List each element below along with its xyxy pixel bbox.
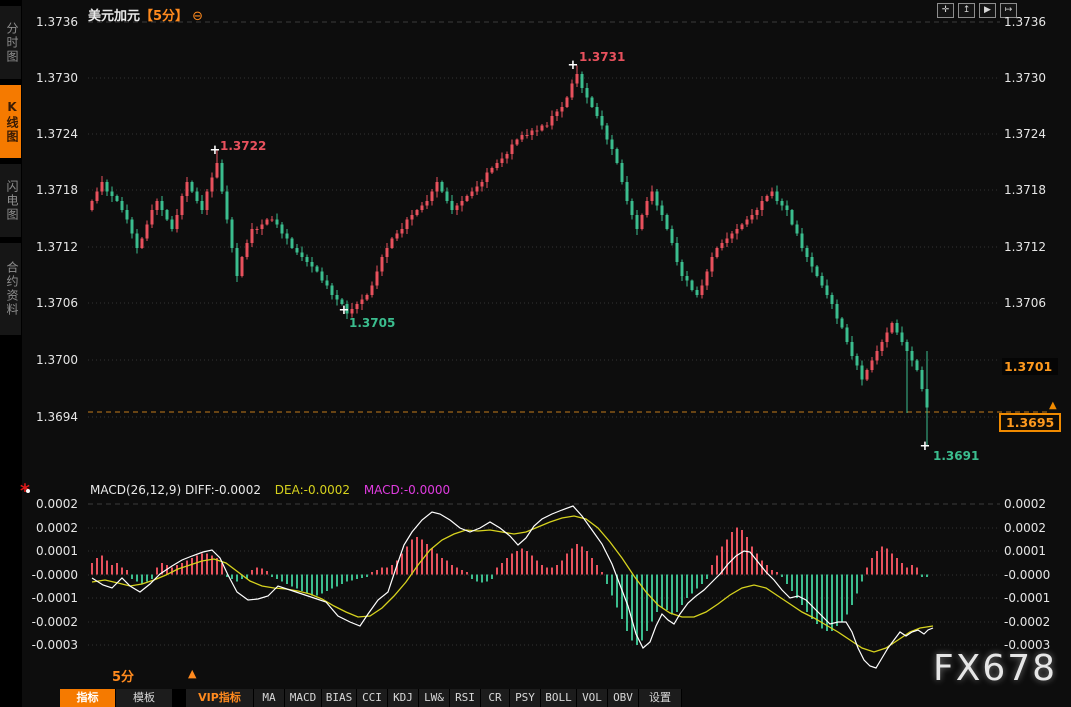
sidebar-item-chart[interactable]: 合约资料 [0,243,21,335]
tab-vol[interactable]: VOL [577,689,608,707]
chart-type-sidebar: 分时图 K线图闪电图合约资料 [0,0,22,707]
price-extreme-label: 1.3731 [579,50,625,64]
period-selector[interactable]: 5分 [112,666,134,685]
tab-vip指标[interactable]: VIP指标 [186,689,254,707]
macd-axis-label-left: -0.0000 [30,569,78,581]
price-axis-label-left: 1.3718 [30,184,78,196]
macd-axis-label-right: -0.0000 [1004,569,1050,581]
extreme-cross-marker: + [920,440,931,453]
price-axis-label-left: 1.3712 [30,241,78,253]
symbol-title: 美元加元 [88,9,140,24]
tab-lw&[interactable]: LW& [419,689,450,707]
macd-dea-label: DEA:-0.0002 [275,483,350,497]
price-axis-label-right: 1.3712 [1004,241,1046,253]
tab-模板[interactable]: 模板 [116,689,173,707]
trading-app-window: 分时图K线图闪电图合约资料 美元加元【5分】⊖ ✛↥▶↦ 1.37361.373… [0,0,1071,707]
macd-macd-label: MACD:-0.0000 [364,483,450,497]
sidebar-item-chart[interactable]: 闪电图 [0,164,21,237]
tab-spacer [173,689,186,707]
tab-boll[interactable]: BOLL [541,689,577,707]
tab-cci[interactable]: CCI [357,689,388,707]
macd-indicator-header: MACD(26,12,9) DIFF:-0.0002 DEA:-0.0002 M… [90,483,450,497]
price-axis-label-left: 1.3730 [30,72,78,84]
pan-icon[interactable]: ✛ [937,3,954,18]
sidebar-item-chart[interactable]: 分时图 [0,6,21,79]
price-axis-label-right: 1.3736 [1004,16,1046,28]
tab-设置[interactable]: 设置 [639,689,682,707]
macd-axis-label-right: 0.0002 [1004,498,1046,510]
macd-axis-label-left: 0.0001 [30,545,78,557]
price-axis-label-right: 1.3718 [1004,184,1046,196]
macd-diff-label: MACD(26,12,9) DIFF:-0.0002 [90,483,261,497]
macd-axis-label-left: -0.0003 [30,639,78,651]
scale-up-icon[interactable]: ↥ [958,3,975,18]
extreme-cross-marker: + [339,304,350,317]
extreme-cross-marker: + [210,144,221,157]
price-axis-label-left: 1.3706 [30,297,78,309]
indicator-tab-bar: 指标模板 VIP指标MAMACDBIASCCIKDJLW&RSICRPSYBOLL… [60,689,682,707]
tab-obv[interactable]: OBV [608,689,639,707]
extreme-cross-marker: + [568,59,579,72]
tab-ma[interactable]: MA [254,689,285,707]
macd-axis-label-right: -0.0002 [1004,616,1050,628]
tab-psy[interactable]: PSY [510,689,541,707]
sidebar-item-active[interactable]: K线图 [0,85,21,158]
tab-bias[interactable]: BIAS [322,689,357,707]
symbol-header: 美元加元【5分】 ⊖ [88,5,203,24]
collapse-icon[interactable]: ⊖ [192,9,203,24]
macd-axis-label-left: -0.0002 [30,616,78,628]
price-extreme-label: 1.3691 [933,449,979,463]
macd-axis-label-left: 0.0002 [30,498,78,510]
price-axis-label-left: 1.3736 [30,16,78,28]
macd-axis-label-left: 0.0002 [30,522,78,534]
price-axis-label-right: 1.3724 [1004,128,1046,140]
macd-axis-label-left: -0.0001 [30,592,78,604]
macd-axis-label-right: 0.0002 [1004,522,1046,534]
macd-axis-label-right: 0.0001 [1004,545,1046,557]
current-price-tag: 1.3695 [999,413,1061,432]
watermark: FX678 [933,648,1057,689]
tab-rsi[interactable]: RSI [450,689,481,707]
price-axis-label-right: 1.3730 [1004,72,1046,84]
chart-canvas[interactable] [0,0,1071,707]
price-extreme-label: 1.3722 [220,139,266,153]
price-axis-label-left: 1.3724 [30,128,78,140]
price-extreme-label: 1.3705 [349,316,395,330]
price-axis-label-right: 1.3706 [1004,297,1046,309]
price-axis-label-left: 1.3694 [30,411,78,423]
period-tag: 【5分】 [140,9,188,24]
scale-play-icon[interactable]: ▶ [979,3,996,18]
tab-kdj[interactable]: KDJ [388,689,419,707]
period-dropdown-arrow-icon[interactable]: ▲ [188,667,196,680]
tab-指标[interactable]: 指标 [60,689,116,707]
price-axis-label-left: 1.3700 [30,354,78,366]
tab-cr[interactable]: CR [481,689,510,707]
last-price-tag: 1.3701 [1002,358,1058,375]
price-up-arrow-icon: ▲ [1049,400,1057,411]
tab-macd[interactable]: MACD [285,689,322,707]
macd-axis-label-right: -0.0001 [1004,592,1050,604]
indicator-close-icon[interactable]: * [20,483,36,499]
